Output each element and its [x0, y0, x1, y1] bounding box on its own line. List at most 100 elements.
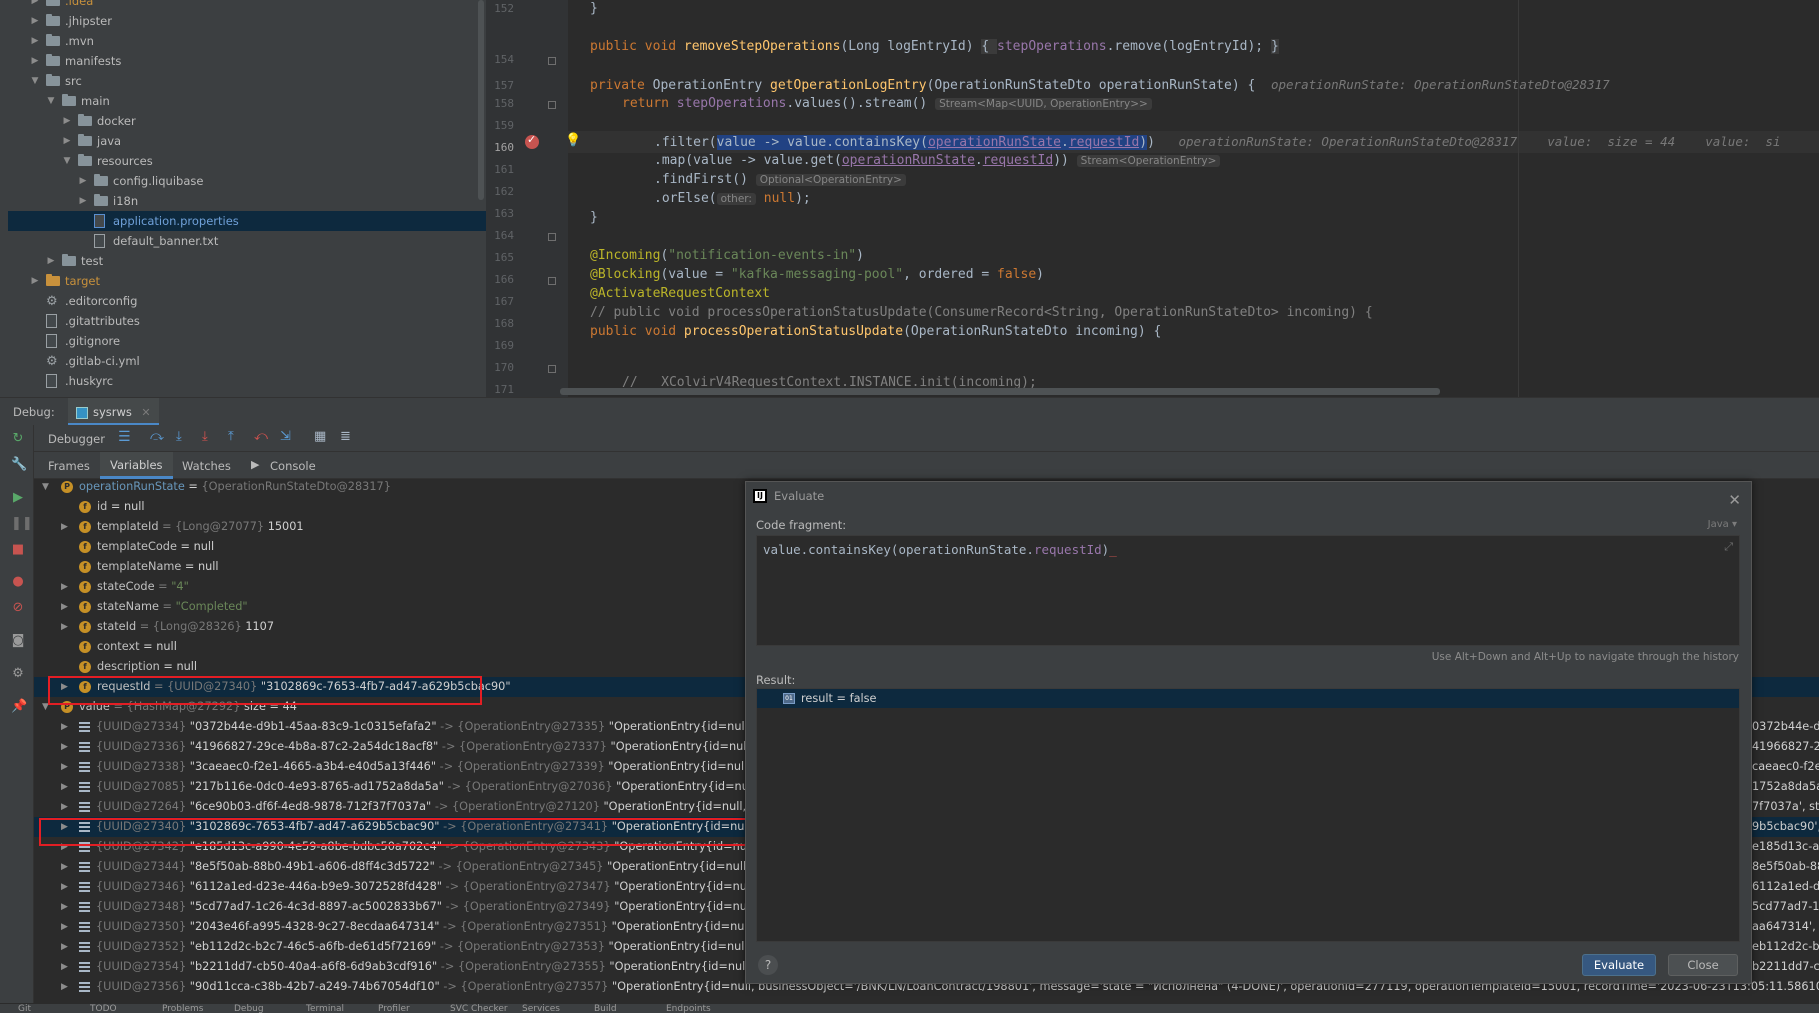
- bottom-tab-profiler[interactable]: Profiler: [378, 1004, 410, 1013]
- chevron-right-icon[interactable]: ▶: [62, 131, 72, 151]
- chevron-right-icon[interactable]: ▶: [61, 897, 71, 917]
- tree-item[interactable]: ▶ .mvn: [0, 31, 478, 51]
- line-number[interactable]: 158: [486, 97, 514, 110]
- tree-item[interactable]: .huskyrc: [0, 371, 478, 391]
- code-editor[interactable]: 152 154 157 158 159 160 161 162 163 164 165 166 167 1…: [486, 0, 1819, 397]
- chevron-right-icon[interactable]: ▶: [61, 597, 71, 617]
- language-selector[interactable]: Java ▾: [1708, 519, 1737, 530]
- chevron-right-icon[interactable]: ▶: [61, 777, 71, 797]
- fold-marker-icon[interactable]: [548, 101, 556, 109]
- chevron-right-icon[interactable]: ▶: [78, 171, 88, 191]
- tree-item[interactable]: .gitignore: [0, 331, 478, 351]
- pause-icon[interactable]: ❚❚: [11, 517, 33, 531]
- drop-frame-icon[interactable]: ⤺: [254, 429, 268, 444]
- line-number[interactable]: 169: [486, 339, 514, 352]
- line-number[interactable]: 163: [486, 207, 514, 220]
- tree-item[interactable]: ⚙ .gitlab-ci.yml: [0, 351, 478, 371]
- stop-icon[interactable]: ■: [11, 543, 25, 557]
- close-icon[interactable]: ✕: [1728, 486, 1741, 514]
- line-number[interactable]: 160: [486, 141, 514, 154]
- bottom-tab-build[interactable]: Build: [594, 1004, 617, 1013]
- expand-icon[interactable]: ⤢: [1724, 540, 1733, 554]
- evaluate-expression-icon[interactable]: ▦: [314, 429, 326, 444]
- chevron-right-icon[interactable]: ▶: [61, 937, 71, 957]
- tree-item[interactable]: ▶ i18n: [0, 191, 478, 211]
- chevron-right-icon[interactable]: ▶: [30, 31, 40, 51]
- line-number[interactable]: 159: [486, 119, 514, 132]
- wrench-icon[interactable]: 🔧: [11, 458, 27, 472]
- chevron-right-icon[interactable]: ▶: [61, 737, 71, 757]
- run-to-cursor-icon[interactable]: ⇲: [280, 429, 291, 444]
- resume-icon[interactable]: ▶: [11, 491, 25, 505]
- bottom-tab-terminal[interactable]: Terminal: [306, 1004, 344, 1013]
- chevron-right-icon[interactable]: ▶: [30, 271, 40, 291]
- chevron-right-icon[interactable]: ▶: [61, 797, 71, 817]
- bottom-tab-services[interactable]: Services: [522, 1004, 560, 1013]
- editor-horizontal-scrollbar[interactable]: [560, 388, 1440, 395]
- tree-item[interactable]: default_banner.txt: [0, 231, 478, 251]
- chevron-right-icon[interactable]: ▶: [46, 251, 56, 271]
- step-into-icon[interactable]: ⤓: [176, 429, 182, 444]
- line-number[interactable]: 168: [486, 317, 514, 330]
- tree-item[interactable]: application.properties: [8, 211, 486, 231]
- tree-item[interactable]: ▼ src: [0, 71, 478, 91]
- chevron-right-icon[interactable]: ▶: [61, 757, 71, 777]
- tree-item[interactable]: ▶ docker: [0, 111, 478, 131]
- tab-frames[interactable]: Frames: [48, 459, 90, 473]
- evaluate-title-bar[interactable]: IJ Evaluate ✕: [746, 482, 1751, 510]
- chevron-right-icon[interactable]: ▶: [61, 517, 71, 537]
- fold-marker-icon[interactable]: [548, 365, 556, 373]
- debug-session-tab[interactable]: sysrws ✕: [68, 398, 159, 426]
- project-scrollbar[interactable]: [478, 0, 484, 200]
- chevron-down-icon[interactable]: ▼: [42, 479, 52, 497]
- step-over-icon[interactable]: ⤼: [150, 429, 164, 444]
- chevron-down-icon[interactable]: ▼: [30, 71, 40, 91]
- tree-item[interactable]: ▼ main: [0, 91, 478, 111]
- line-number[interactable]: 166: [486, 273, 514, 286]
- chevron-right-icon[interactable]: ▶: [61, 977, 71, 997]
- chevron-right-icon[interactable]: ▶: [62, 111, 72, 131]
- breakpoint-icon[interactable]: [525, 133, 539, 149]
- tree-item[interactable]: ⚙ .editorconfig: [0, 291, 478, 311]
- layout-icon[interactable]: ☰: [118, 429, 131, 445]
- bottom-tab-svc-checker[interactable]: SVC Checker: [450, 1004, 508, 1013]
- mute-breakpoints-icon[interactable]: ⊘: [11, 601, 25, 615]
- tree-item[interactable]: ▶ test: [0, 251, 478, 271]
- tree-item[interactable]: ▶ java: [0, 131, 478, 151]
- view-breakpoints-icon[interactable]: ●: [11, 575, 25, 589]
- chevron-right-icon[interactable]: ▶: [61, 577, 71, 597]
- tree-item[interactable]: ▶ config.liquibase: [0, 171, 478, 191]
- line-number[interactable]: 167: [486, 295, 514, 308]
- fold-marker-icon[interactable]: [548, 233, 556, 241]
- lightbulb-icon[interactable]: 💡: [565, 133, 581, 148]
- tree-item[interactable]: ▼ resources: [0, 151, 478, 171]
- tab-console[interactable]: Console: [270, 459, 316, 473]
- rerun-icon[interactable]: ↻: [11, 432, 25, 446]
- settings-gear-icon[interactable]: ⚙: [11, 667, 25, 681]
- close-tab-icon[interactable]: ✕: [141, 406, 150, 419]
- close-button[interactable]: Close: [1668, 954, 1738, 976]
- tree-item[interactable]: ▶ .jhipster: [0, 11, 478, 31]
- bottom-tab-problems[interactable]: Problems: [162, 1004, 203, 1013]
- chevron-right-icon[interactable]: ▶: [30, 51, 40, 71]
- tab-variables[interactable]: Variables: [100, 452, 173, 479]
- tab-watches[interactable]: Watches: [182, 459, 231, 473]
- line-number[interactable]: 157: [486, 79, 514, 92]
- line-number[interactable]: 152: [486, 2, 514, 15]
- chevron-right-icon[interactable]: ▶: [61, 877, 71, 897]
- tree-item[interactable]: ▶ manifests: [0, 51, 478, 71]
- editor-gutter[interactable]: 152 154 157 158 159 160 161 162 163 164 165 166 167 1…: [486, 0, 568, 397]
- line-number[interactable]: 171: [486, 383, 514, 396]
- tree-item[interactable]: ▶ target: [0, 271, 478, 291]
- pin-icon[interactable]: 📌: [11, 700, 27, 714]
- code-fragment-editor[interactable]: value.containsKey(operationRunState.requ…: [756, 535, 1740, 646]
- chevron-right-icon[interactable]: ▶: [61, 617, 71, 637]
- chevron-down-icon[interactable]: ▼: [46, 91, 56, 111]
- step-out-icon[interactable]: ⤒: [228, 429, 234, 444]
- line-number[interactable]: 164: [486, 229, 514, 242]
- bottom-tab-endpoints[interactable]: Endpoints: [666, 1004, 711, 1013]
- line-number[interactable]: 161: [486, 163, 514, 176]
- debugger-tab[interactable]: Debugger: [48, 432, 105, 446]
- tree-item[interactable]: .gitattributes: [0, 311, 478, 331]
- chevron-right-icon[interactable]: ▶: [61, 957, 71, 977]
